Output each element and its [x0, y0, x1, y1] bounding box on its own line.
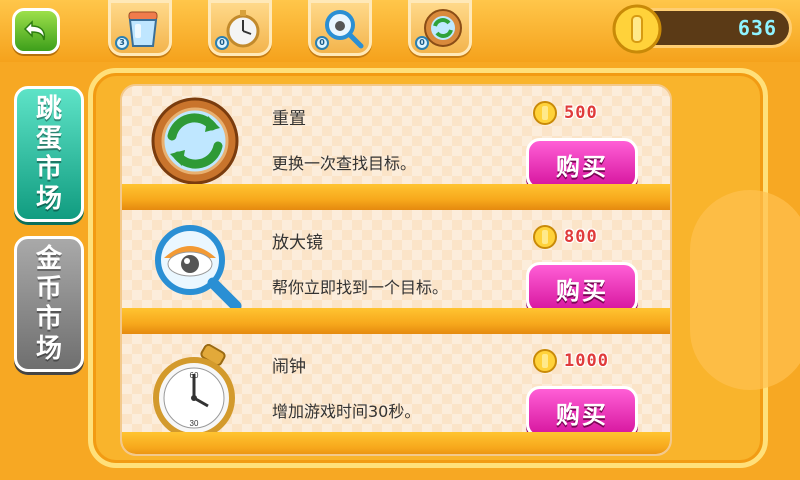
tab-label: 跳蛋市场: [35, 94, 62, 214]
coin-icon: [533, 225, 557, 249]
item-name: 放大镜: [272, 233, 323, 253]
stopwatch-icon: 60 30: [153, 344, 235, 439]
item-price: 1000: [532, 348, 609, 374]
slot-refresh[interactable]: 0: [408, 0, 472, 56]
buy-button[interactable]: 购买: [526, 138, 638, 190]
slot-count: 0: [415, 36, 429, 50]
price-value: 800: [564, 227, 598, 247]
back-button[interactable]: [12, 8, 60, 54]
price-value: 1000: [564, 351, 609, 371]
svg-text:30: 30: [190, 419, 199, 428]
item-description: 增加游戏时间30秒。: [272, 402, 421, 421]
coin-icon: [612, 4, 662, 54]
tab-label: 金币市场: [35, 244, 62, 364]
shop-item-row: 重置 更换一次查找目标。 500 购买: [122, 86, 670, 216]
cloud-decoration: [690, 190, 800, 390]
item-description: 帮你立即找到一个目标。: [272, 278, 449, 297]
coin-icon: [533, 349, 557, 373]
buy-button[interactable]: 购买: [526, 386, 638, 438]
slot-magnifier[interactable]: 0: [308, 0, 372, 56]
coin-icon: [533, 101, 557, 125]
shelf: [122, 308, 670, 340]
item-name: 重置: [272, 109, 306, 129]
item-price: 800: [532, 224, 598, 250]
shop-item-row: 放大镜 帮你立即找到一个目标。 800 购买: [122, 210, 670, 340]
slot-count: 3: [115, 36, 129, 50]
slot-bucket[interactable]: 3: [108, 0, 172, 56]
magnifier-eye-icon: [155, 225, 242, 312]
item-name: 闹钟: [272, 357, 306, 377]
svg-text:60: 60: [190, 371, 199, 380]
shop-shelves[interactable]: 重置 更换一次查找目标。 500 购买 放大镜 帮你立即找到一个目标。 800 …: [120, 84, 672, 456]
back-arrow-icon: [23, 20, 46, 41]
item-description: 更换一次查找目标。: [272, 154, 417, 173]
refresh-icon: [151, 97, 239, 185]
slot-count: 0: [215, 36, 229, 50]
slot-count: 0: [315, 36, 329, 50]
top-bar: 3 0 0 0 636: [0, 0, 800, 62]
shelf: [122, 432, 670, 454]
coin-balance: 636: [612, 4, 792, 54]
slot-stopwatch[interactable]: 0: [208, 0, 272, 56]
tab-egg-market[interactable]: 跳蛋市场: [14, 86, 84, 222]
shop-item-row: 60 30 闹钟 增加游戏时间30秒。 1000 购买: [122, 334, 670, 454]
item-price: 500: [532, 100, 598, 126]
buy-button[interactable]: 购买: [526, 262, 638, 314]
coin-amount: 636: [737, 16, 777, 40]
price-value: 500: [564, 103, 598, 123]
shelf: [122, 184, 670, 216]
tab-gold-market[interactable]: 金币市场: [14, 236, 84, 372]
